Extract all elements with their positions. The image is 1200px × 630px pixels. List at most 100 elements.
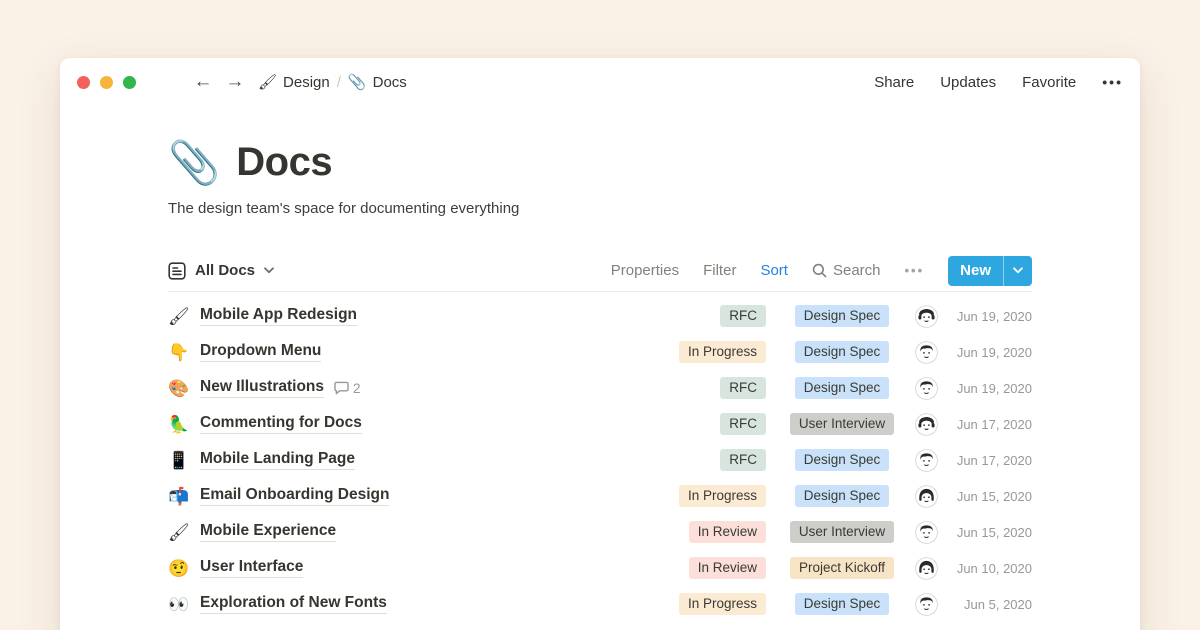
- avatar: [915, 485, 938, 508]
- type-tag[interactable]: Design Spec: [795, 305, 890, 327]
- docs-table: 🖌 Mobile App Redesign RFC Design Spec Ju…: [168, 292, 1032, 622]
- new-button-label: New: [948, 256, 1003, 286]
- table-row[interactable]: 🖌 Mobile Experience In Review User Inter…: [168, 514, 1032, 550]
- doc-date: Jun 19, 2020: [952, 309, 1032, 324]
- filter-button[interactable]: Filter: [703, 262, 736, 279]
- table-row[interactable]: 📱 Mobile Landing Page RFC Design Spec Ju…: [168, 442, 1032, 478]
- breadcrumb-item-design[interactable]: 🖌 Design: [258, 73, 330, 91]
- mobile-phone-emoji-icon: 📱: [168, 452, 200, 469]
- table-row[interactable]: 📬 Email Onboarding Design In Progress De…: [168, 478, 1032, 514]
- doc-title-link[interactable]: Exploration of New Fonts: [200, 594, 387, 614]
- pointing-down-emoji-icon: 👇: [168, 344, 200, 361]
- view-label: All Docs: [195, 262, 255, 279]
- chevron-down-icon: [1013, 267, 1023, 274]
- doc-date: Jun 5, 2020: [952, 597, 1032, 612]
- avatar: [915, 305, 938, 328]
- status-tag[interactable]: RFC: [720, 413, 766, 435]
- paintbrush-icon: 🖌: [258, 73, 277, 91]
- favorite-button[interactable]: Favorite: [1022, 74, 1076, 91]
- doc-date: Jun 10, 2020: [952, 561, 1032, 576]
- doc-title-link[interactable]: Email Onboarding Design: [200, 486, 389, 506]
- status-tag[interactable]: In Progress: [679, 485, 766, 507]
- document-list-icon: [168, 262, 186, 280]
- search-label: Search: [833, 262, 881, 279]
- sidebar-menu-icon[interactable]: [156, 74, 176, 90]
- page-paperclip-icon[interactable]: 📎: [168, 142, 220, 184]
- type-tag[interactable]: User Interview: [790, 413, 894, 435]
- table-row[interactable]: 🦜 Commenting for Docs RFC User Interview…: [168, 406, 1032, 442]
- type-tag[interactable]: Design Spec: [795, 593, 890, 615]
- updates-button[interactable]: Updates: [940, 74, 996, 91]
- type-tag[interactable]: Project Kickoff: [790, 557, 894, 579]
- doc-title-link[interactable]: Commenting for Docs: [200, 414, 362, 434]
- status-tag[interactable]: In Review: [689, 557, 766, 579]
- new-button[interactable]: New: [948, 256, 1032, 286]
- sort-button[interactable]: Sort: [760, 262, 788, 279]
- share-button[interactable]: Share: [874, 74, 914, 91]
- avatar: [915, 521, 938, 544]
- type-tag[interactable]: Design Spec: [795, 449, 890, 471]
- table-row[interactable]: 🤨 User Interface In Review Project Kicko…: [168, 550, 1032, 586]
- status-tag[interactable]: RFC: [720, 449, 766, 471]
- doc-date: Jun 19, 2020: [952, 381, 1032, 396]
- avatar: [915, 413, 938, 436]
- breadcrumb-label: Docs: [373, 74, 407, 91]
- eyes-emoji-icon: 👀: [168, 596, 200, 613]
- new-button-dropdown[interactable]: [1004, 256, 1032, 286]
- status-tag[interactable]: In Review: [689, 521, 766, 543]
- avatar: [915, 557, 938, 580]
- status-tag[interactable]: RFC: [720, 305, 766, 327]
- table-row[interactable]: 👇 Dropdown Menu In Progress Design Spec …: [168, 334, 1032, 370]
- search-button[interactable]: Search: [812, 262, 881, 279]
- mailbox-emoji-icon: 📬: [168, 488, 200, 505]
- status-tag[interactable]: RFC: [720, 377, 766, 399]
- status-tag[interactable]: In Progress: [679, 341, 766, 363]
- avatar: [915, 449, 938, 472]
- type-tag[interactable]: Design Spec: [795, 377, 890, 399]
- toolbar-more-icon[interactable]: •••: [905, 263, 925, 278]
- breadcrumb-item-docs[interactable]: 📎 Docs: [348, 73, 407, 91]
- table-row[interactable]: 🖌 Mobile App Redesign RFC Design Spec Ju…: [168, 298, 1032, 334]
- window-topbar: ← → 🖌 Design / 📎 Docs Share Updates Favo…: [60, 58, 1140, 106]
- type-tag[interactable]: User Interview: [790, 521, 894, 543]
- breadcrumb: 🖌 Design / 📎 Docs: [258, 73, 407, 91]
- doc-title-link[interactable]: Mobile App Redesign: [200, 306, 357, 326]
- breadcrumb-separator: /: [337, 74, 341, 91]
- view-switcher[interactable]: All Docs: [168, 262, 274, 280]
- zoom-window-button[interactable]: [123, 76, 136, 89]
- page-subtitle: The design team's space for documenting …: [168, 200, 1032, 217]
- search-icon: [812, 263, 827, 278]
- paintbrush-emoji-icon: 🖌: [168, 308, 200, 325]
- comment-count-badge[interactable]: 2: [334, 381, 361, 396]
- type-tag[interactable]: Design Spec: [795, 485, 890, 507]
- comment-count: 2: [353, 381, 361, 396]
- chevron-down-icon: [264, 267, 274, 274]
- breadcrumb-label: Design: [283, 74, 330, 91]
- page-header: 📎 Docs The design team's space for docum…: [168, 106, 1032, 217]
- table-row[interactable]: 👀 Exploration of New Fonts In Progress D…: [168, 586, 1032, 622]
- palette-emoji-icon: 🎨: [168, 380, 200, 397]
- table-row[interactable]: 🎨 New Illustrations 2 RFC Design Spec Ju…: [168, 370, 1032, 406]
- parrot-emoji-icon: 🦜: [168, 416, 200, 433]
- properties-button[interactable]: Properties: [611, 262, 679, 279]
- status-tag[interactable]: In Progress: [679, 593, 766, 615]
- close-window-button[interactable]: [77, 76, 90, 89]
- doc-date: Jun 15, 2020: [952, 489, 1032, 504]
- minimize-window-button[interactable]: [100, 76, 113, 89]
- back-arrow-icon[interactable]: ←: [192, 71, 214, 93]
- forward-arrow-icon[interactable]: →: [224, 71, 246, 93]
- app-window: ← → 🖌 Design / 📎 Docs Share Updates Favo…: [60, 58, 1140, 630]
- doc-title-link[interactable]: User Interface: [200, 558, 303, 578]
- more-options-icon[interactable]: •••: [1102, 74, 1123, 90]
- doc-title-link[interactable]: Dropdown Menu: [200, 342, 321, 362]
- type-tag[interactable]: Design Spec: [795, 341, 890, 363]
- doc-title-link[interactable]: New Illustrations: [200, 378, 324, 398]
- avatar: [915, 341, 938, 364]
- doc-date: Jun 17, 2020: [952, 453, 1032, 468]
- doc-title-link[interactable]: Mobile Experience: [200, 522, 336, 542]
- traffic-lights: [77, 76, 136, 89]
- paintbrush-emoji-icon: 🖌: [168, 524, 200, 541]
- doc-title-link[interactable]: Mobile Landing Page: [200, 450, 355, 470]
- table-toolbar: All Docs Properties Filter Sort Search •…: [168, 250, 1032, 292]
- raised-eyebrow-emoji-icon: 🤨: [168, 560, 200, 577]
